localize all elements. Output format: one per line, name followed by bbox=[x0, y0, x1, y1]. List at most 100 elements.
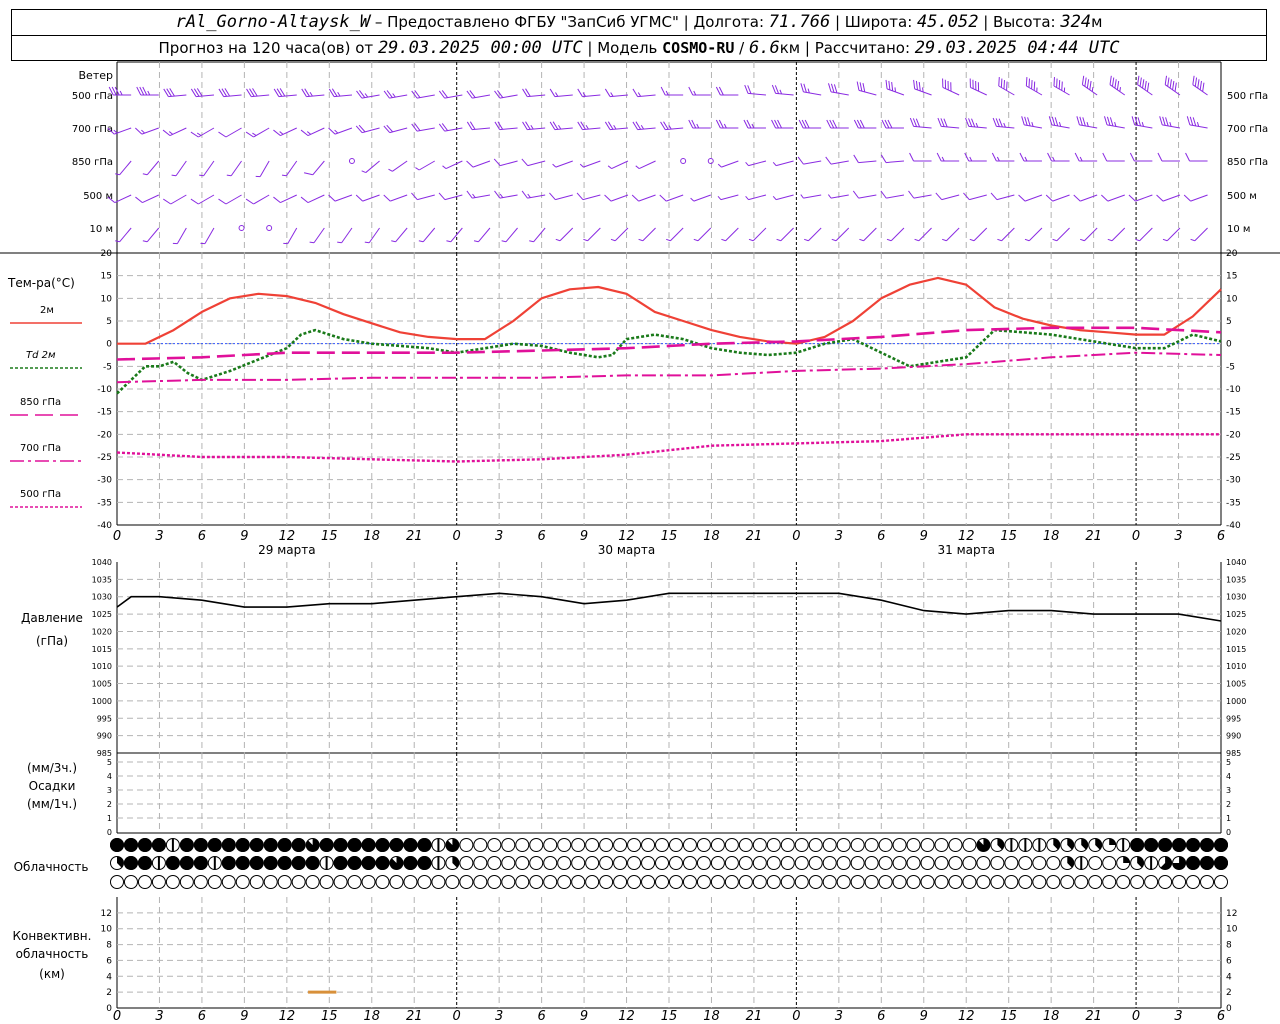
cloud-circle bbox=[431, 875, 446, 889]
precip-tick-right: 1 bbox=[1226, 814, 1231, 823]
cloud-symbol bbox=[249, 838, 264, 852]
cloud-circle bbox=[766, 856, 781, 870]
wind-barb bbox=[218, 127, 242, 138]
cloud-symbol bbox=[1074, 875, 1089, 889]
cloud-circle bbox=[110, 875, 124, 889]
wind-barb bbox=[171, 160, 187, 177]
cloud-circle bbox=[1200, 875, 1215, 889]
x-tick-label-bottom: 18 bbox=[363, 1009, 380, 1024]
cloud-symbol bbox=[808, 856, 823, 870]
wind-barb-feather bbox=[1019, 152, 1025, 162]
wind-barb-shaft-group bbox=[604, 88, 628, 98]
wind-barb bbox=[1107, 227, 1126, 242]
wind-barb-shaft bbox=[973, 227, 988, 242]
wind-barb bbox=[800, 83, 822, 96]
wind-barb-feather bbox=[660, 86, 666, 96]
wind-barb-half-feather bbox=[337, 241, 342, 244]
cloud-symbol bbox=[808, 875, 823, 889]
cloud-symbol bbox=[780, 838, 795, 852]
wind-barb bbox=[115, 160, 132, 176]
wind-barb-shaft bbox=[776, 194, 794, 201]
wind-barb-feather bbox=[797, 156, 804, 165]
cloud-symbol bbox=[277, 838, 292, 852]
wind-barb bbox=[1053, 77, 1070, 96]
cloud-circle bbox=[487, 875, 502, 889]
cloud-fill bbox=[110, 838, 124, 852]
wind-barb-half-feather bbox=[745, 161, 749, 166]
cloud-symbol bbox=[193, 838, 208, 852]
wind-barb bbox=[880, 190, 905, 199]
x-tick-label-upper: 21 bbox=[746, 529, 763, 544]
cloud-symbol bbox=[738, 856, 753, 870]
wind-barb bbox=[549, 88, 573, 98]
cloud-symbol bbox=[417, 838, 432, 852]
wind-barb bbox=[942, 227, 960, 242]
cloud-circle bbox=[668, 875, 683, 889]
wind-barb bbox=[473, 227, 491, 243]
wind-barb-half-feather bbox=[665, 90, 669, 96]
wind-barb-half-feather bbox=[1190, 238, 1195, 242]
cloud-fill bbox=[235, 856, 250, 870]
wind-barb bbox=[1045, 194, 1070, 202]
cloud-symbol bbox=[110, 838, 124, 852]
cloud-fill bbox=[1214, 838, 1228, 852]
wind-barb-shaft bbox=[803, 194, 822, 199]
wind-barb bbox=[391, 227, 408, 243]
cloud-circle bbox=[291, 875, 306, 889]
temp-tick-left: -5 bbox=[103, 362, 112, 372]
cloud-circle bbox=[165, 875, 180, 889]
cloud-symbol bbox=[1088, 875, 1103, 889]
cloud-circle bbox=[599, 856, 614, 870]
wind-barb-half-feather bbox=[171, 174, 177, 177]
conv-tick-left: 10 bbox=[101, 925, 113, 935]
cloud-circle bbox=[641, 875, 656, 889]
cloud-symbol bbox=[165, 838, 180, 852]
pressure-tick-right: 1035 bbox=[1226, 575, 1246, 584]
wind-barb-shaft bbox=[287, 227, 298, 244]
wind-barb-shaft-group bbox=[745, 194, 767, 201]
precip-title: Осадки bbox=[29, 779, 76, 793]
conv-tick-right: 12 bbox=[1226, 909, 1237, 919]
wind-barb-shaft-group bbox=[797, 156, 822, 165]
wind-barb bbox=[493, 158, 518, 167]
cloud-symbol bbox=[123, 856, 138, 870]
wind-barb bbox=[680, 158, 687, 164]
wind-barb-shaft-group bbox=[522, 88, 546, 98]
cloud-circle bbox=[515, 856, 530, 870]
cloud-symbol bbox=[137, 856, 152, 870]
cloud-circle bbox=[557, 875, 572, 889]
wind-barb-shaft bbox=[918, 227, 932, 242]
precip-tick-left: 4 bbox=[107, 772, 112, 781]
wind-barb bbox=[715, 86, 739, 96]
wind-barb bbox=[688, 86, 711, 96]
wind-barb-shaft-group bbox=[411, 123, 435, 132]
cloud-symbol bbox=[585, 838, 600, 852]
wind-barb-feather bbox=[355, 194, 363, 202]
cloud-symbol bbox=[291, 875, 306, 889]
cloud-symbol bbox=[110, 875, 124, 889]
cloud-symbol bbox=[934, 838, 949, 852]
wind-barb-shaft-group bbox=[1135, 227, 1153, 242]
cloud-symbol bbox=[249, 856, 264, 870]
wind-barb-shaft-group bbox=[190, 127, 215, 138]
wind-barb bbox=[1131, 116, 1153, 129]
wind-barb bbox=[1156, 194, 1181, 202]
cloud-symbol bbox=[948, 875, 963, 889]
cloud-symbol bbox=[1158, 856, 1173, 870]
cloud-fill bbox=[389, 838, 404, 852]
wind-barb bbox=[721, 227, 739, 242]
wind-barb-shaft-group bbox=[690, 194, 711, 202]
wind-barb-feather bbox=[853, 154, 859, 163]
wind-barb-shaft-group bbox=[886, 227, 905, 242]
wind-barb bbox=[218, 194, 242, 205]
cloud-symbol bbox=[571, 875, 586, 889]
cloud-circle bbox=[906, 875, 921, 889]
wind-barb-feather bbox=[576, 192, 584, 200]
cloud-symbol bbox=[627, 838, 642, 852]
cloud-symbol bbox=[1214, 856, 1228, 870]
temp-tick-right: -20 bbox=[1226, 430, 1241, 440]
wind-barb-shaft bbox=[610, 194, 629, 202]
wind-barb-feather bbox=[631, 194, 639, 202]
wind-barb-half-feather bbox=[610, 238, 616, 242]
wind-barb-shaft bbox=[119, 227, 132, 243]
